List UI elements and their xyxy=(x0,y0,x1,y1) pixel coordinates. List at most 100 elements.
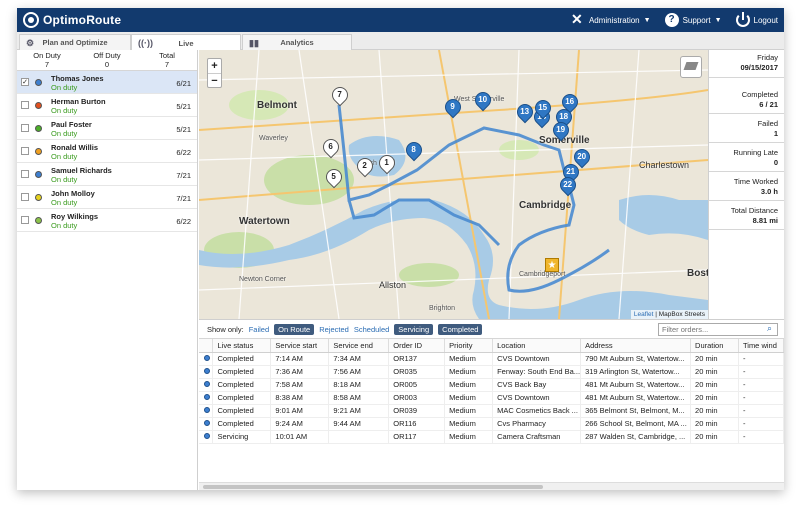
row-status-cell xyxy=(199,378,214,392)
driver-checkbox[interactable] xyxy=(21,124,29,132)
route-map[interactable]: Belmont Watertown Cambridge Somerville B… xyxy=(199,50,708,319)
marker-label: 21 xyxy=(566,167,576,177)
zoom-control: + − xyxy=(207,58,222,88)
column-header[interactable]: Priority xyxy=(444,339,494,353)
driver-checkbox[interactable] xyxy=(21,216,29,224)
driver-row[interactable]: ✓ Thomas Jones On duty 6/21 xyxy=(17,71,197,94)
driver-row[interactable]: Roy Wilkings On duty 6/22 xyxy=(17,209,197,232)
table-row[interactable]: Completed 8:38 AM 8:58 AM OR003 Medium CVS Do… xyxy=(199,391,784,405)
on-duty-stat[interactable]: On Duty 7 xyxy=(17,50,77,70)
filter-scheduled[interactable]: Scheduled xyxy=(354,325,389,334)
tab-plan-and-optimize[interactable]: ⚙ Plan and Optimize xyxy=(19,34,131,50)
table-cell: - xyxy=(738,430,784,444)
depot-star-icon[interactable]: ★ xyxy=(545,258,559,272)
summary-value: 0 xyxy=(773,158,778,167)
table-row[interactable]: Completed 7:14 AM 7:34 AM OR137 Medium CVS Do… xyxy=(199,352,784,366)
driver-checkbox[interactable] xyxy=(21,193,29,201)
logout-button[interactable]: Logout xyxy=(735,12,778,27)
filter-chips: Failed On Route Rejected Scheduled Servicing… xyxy=(249,323,483,335)
marker-label: 7 xyxy=(337,90,342,100)
filter-servicing[interactable]: Servicing xyxy=(394,323,434,335)
driver-color-dot xyxy=(35,171,42,178)
zoom-out-button[interactable]: − xyxy=(208,74,221,89)
summary-item: Running Late 0 xyxy=(709,143,784,172)
driver-row[interactable]: Paul Foster On duty 5/21 xyxy=(17,117,197,140)
support-label: Support xyxy=(682,15,711,25)
table-cell: 7:56 AM xyxy=(328,365,390,379)
table-cell: Servicing xyxy=(212,430,272,444)
column-header[interactable] xyxy=(199,339,214,353)
orders-table: Live status Service start Service end Order… xyxy=(199,339,784,444)
table-cell: 7:34 AM xyxy=(328,352,390,366)
column-header[interactable]: Address xyxy=(580,339,692,353)
table-row[interactable]: Servicing 10:01 AM OR117 Medium Camera Craft… xyxy=(199,430,784,444)
column-header[interactable]: Live status xyxy=(212,339,272,353)
driver-checkbox[interactable] xyxy=(21,101,29,109)
table-cell: 7:58 AM xyxy=(270,378,330,392)
leaflet-link[interactable]: Leaflet xyxy=(634,311,654,318)
table-cell: OR137 xyxy=(388,352,446,366)
table-cell: OR003 xyxy=(388,391,446,405)
brand[interactable]: OptimoRoute xyxy=(23,11,121,29)
driver-checkbox[interactable]: ✓ xyxy=(21,78,29,86)
column-header[interactable]: Time wind xyxy=(738,339,784,353)
summary-label: Time Worked xyxy=(733,177,778,186)
tab-live[interactable]: ((·)) Live xyxy=(131,34,241,51)
status-dot-icon xyxy=(204,420,210,426)
table-cell: OR005 xyxy=(388,378,446,392)
broadcast-icon: ((·)) xyxy=(138,38,153,48)
table-cell: 319 Arlington St, Watertow... xyxy=(580,365,692,379)
administration-menu[interactable]: Administration ▼ xyxy=(571,11,651,28)
summary-items: Completed 6 / 21 Failed 1 Running Late 0 Time … xyxy=(709,78,784,230)
summary-date: Friday 09/15/2017 xyxy=(709,50,784,78)
table-cell: Completed xyxy=(212,391,272,405)
table-row[interactable]: Completed 9:24 AM 9:44 AM OR116 Medium Cvs Ph… xyxy=(199,417,784,431)
column-header[interactable]: Service start xyxy=(270,339,330,353)
tools-icon xyxy=(571,11,585,28)
driver-row[interactable]: Ronald Willis On duty 6/22 xyxy=(17,140,197,163)
marker-label: 15 xyxy=(538,103,548,113)
table-row[interactable]: Completed 7:36 AM 7:56 AM OR035 Medium Fenway… xyxy=(199,365,784,379)
top-bar: OptimoRoute Administration ▼ ? Support ▼… xyxy=(17,8,784,32)
table-row[interactable]: Completed 7:58 AM 8:18 AM OR005 Medium CVS Ba… xyxy=(199,378,784,392)
layers-icon[interactable] xyxy=(680,56,702,78)
tab-analytics[interactable]: ▮▮ Analytics xyxy=(242,34,352,50)
filter-orders-input[interactable] xyxy=(658,323,778,336)
zoom-in-button[interactable]: + xyxy=(208,59,221,74)
orders-header-row: Live status Service start Service end Order… xyxy=(199,339,784,353)
driver-color-dot xyxy=(35,148,42,155)
driver-checkbox[interactable] xyxy=(21,147,29,155)
driver-row[interactable]: Herman Burton On duty 5/21 xyxy=(17,94,197,117)
table-cell: Camera Craftsman xyxy=(492,430,582,444)
table-cell: 7:36 AM xyxy=(270,365,330,379)
support-menu[interactable]: ? Support ▼ xyxy=(664,13,722,27)
column-header[interactable]: Duration xyxy=(690,339,739,353)
horizontal-scrollbar[interactable] xyxy=(199,482,784,490)
filter-failed[interactable]: Failed xyxy=(249,325,269,334)
off-duty-stat[interactable]: Off Duty 0 xyxy=(77,50,137,70)
filter-on-route[interactable]: On Route xyxy=(274,323,315,335)
search-icon[interactable]: ⌕ xyxy=(767,324,776,333)
table-cell: 9:01 AM xyxy=(270,404,330,418)
total-stat[interactable]: Total 7 xyxy=(137,50,197,70)
marker-label: 16 xyxy=(565,97,575,107)
scrollbar-thumb[interactable] xyxy=(203,485,543,489)
table-cell: - xyxy=(738,378,784,392)
driver-row[interactable]: Samuel Richards On duty 7/21 xyxy=(17,163,197,186)
column-header[interactable]: Location xyxy=(492,339,582,353)
driver-status: On duty xyxy=(51,106,78,115)
driver-checkbox[interactable] xyxy=(21,170,29,178)
summary-day: Friday xyxy=(757,53,778,62)
filter-rejected[interactable]: Rejected xyxy=(319,325,349,334)
filter-completed[interactable]: Completed xyxy=(438,323,483,335)
status-dot-icon xyxy=(204,394,210,400)
table-cell: 20 min xyxy=(690,430,739,444)
column-header[interactable]: Service end xyxy=(328,339,390,353)
table-cell xyxy=(328,430,390,444)
orders-filter-bar: Show only: Failed On Route Rejected Schedul… xyxy=(199,320,784,339)
column-header[interactable]: Order ID xyxy=(388,339,446,353)
map-label: Newton Corner xyxy=(239,276,287,283)
driver-row[interactable]: John Molloy On duty 7/21 xyxy=(17,186,197,209)
driver-list: ✓ Thomas Jones On duty 6/21 Herman Burton On … xyxy=(17,71,197,232)
table-row[interactable]: Completed 9:01 AM 9:21 AM OR039 Medium MAC Co… xyxy=(199,404,784,418)
